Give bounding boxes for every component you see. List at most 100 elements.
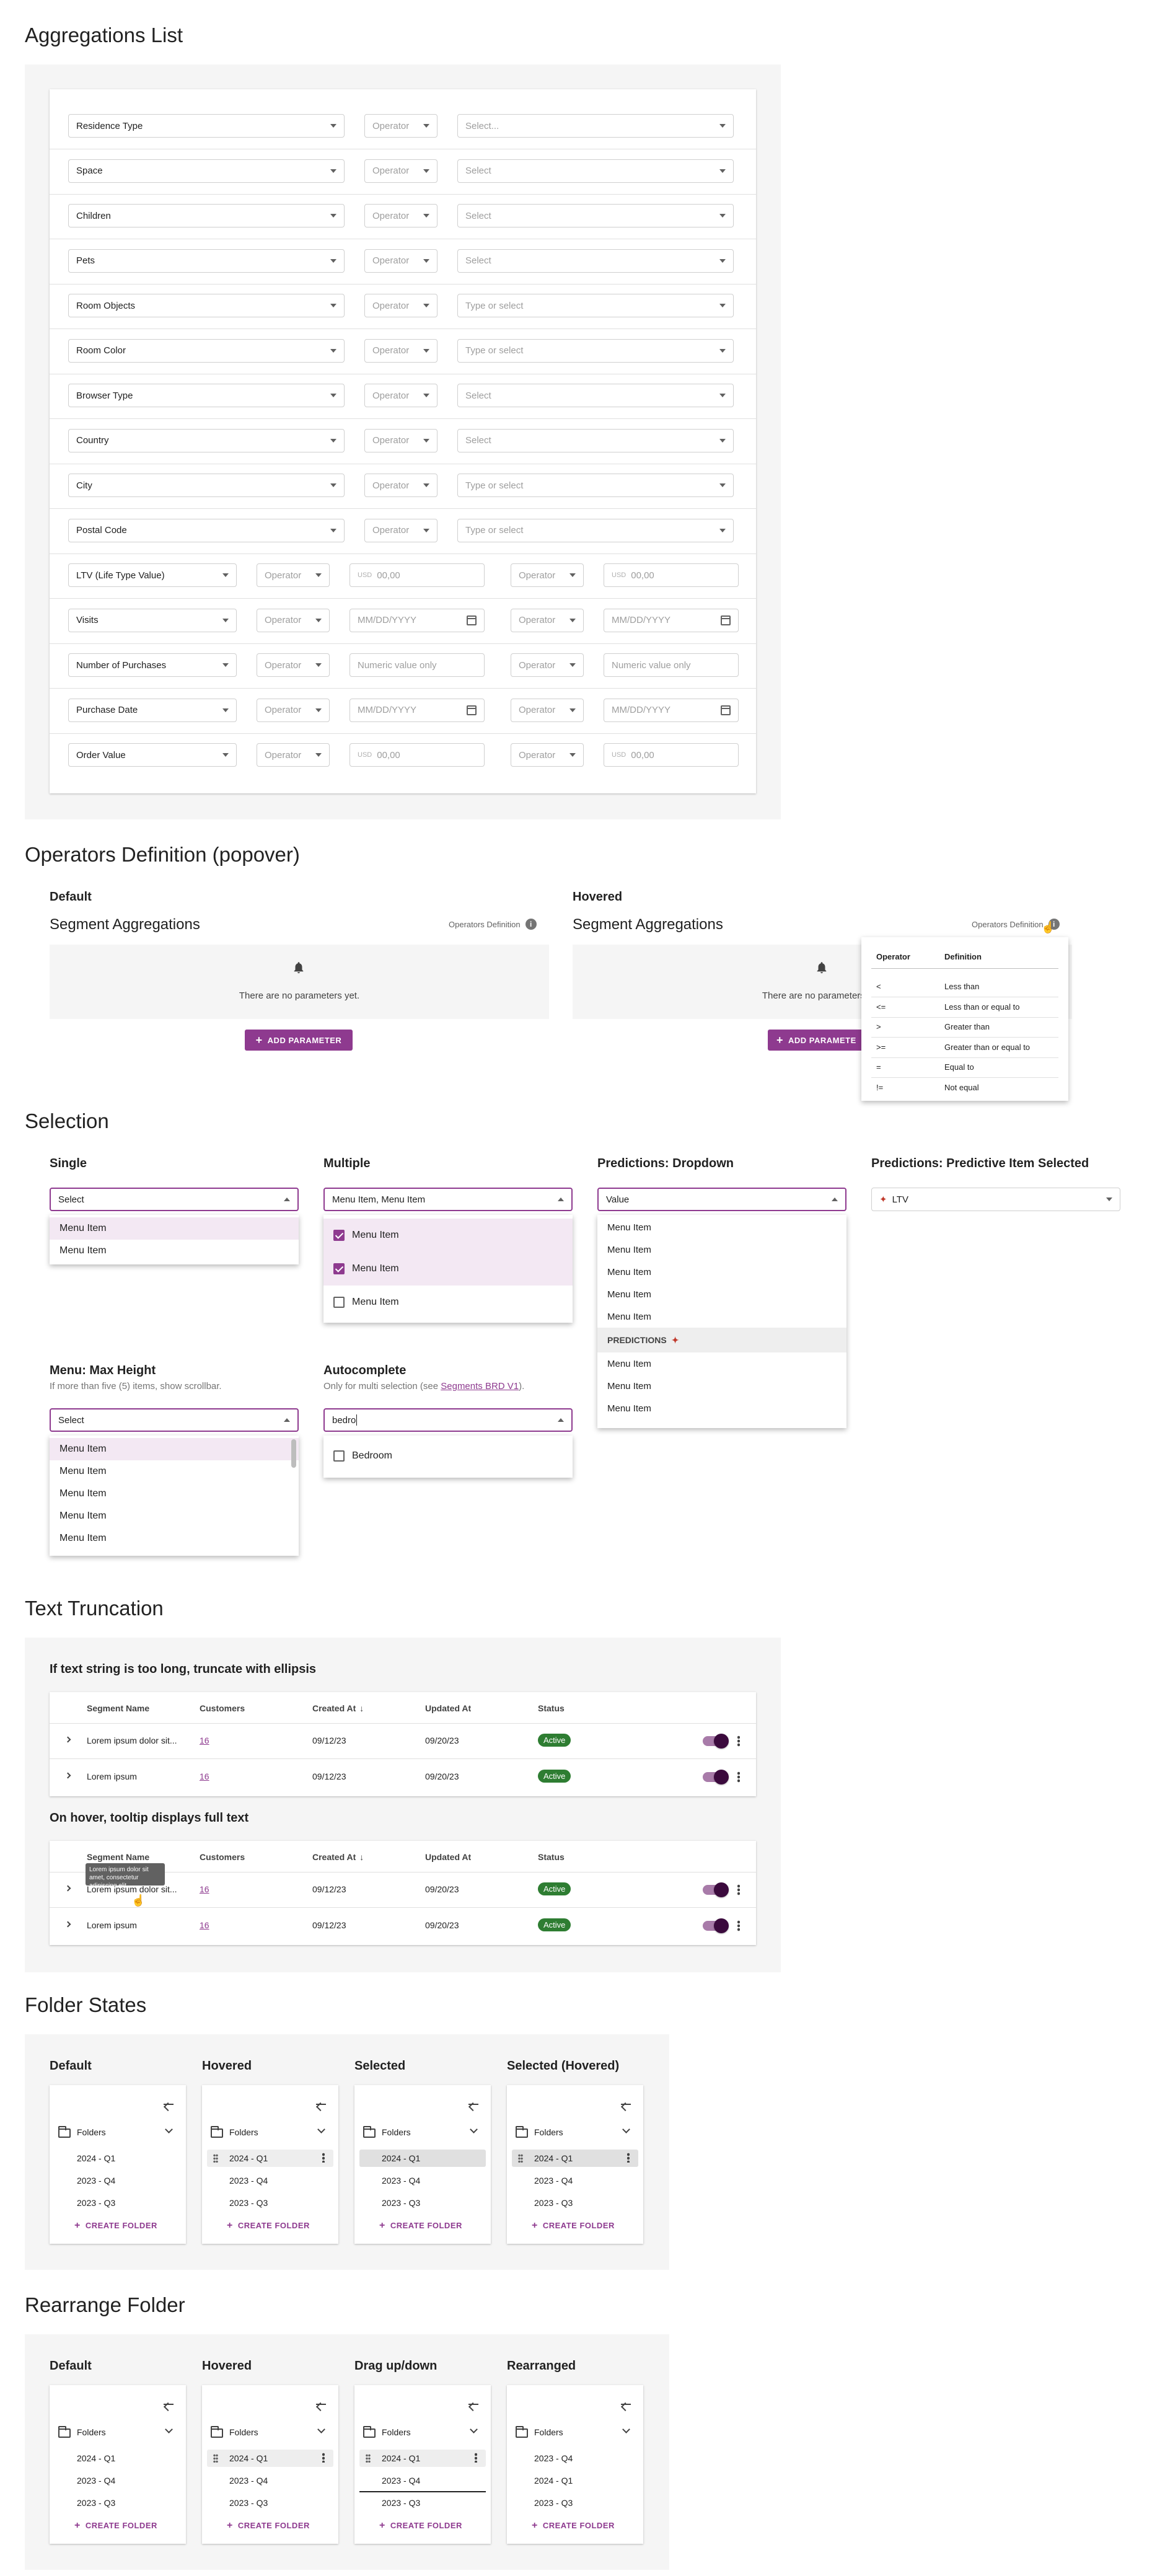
menu-item-checkbox[interactable]: Menu Item [323,1219,573,1252]
chevron-down-icon[interactable] [622,2425,630,2433]
menu-item[interactable]: Menu Item [50,1460,299,1483]
calendar-icon[interactable] [467,705,477,715]
folder-item[interactable]: 2023 - Q3 [50,2192,186,2214]
operator-select[interactable]: Operator [364,384,437,407]
folder-item[interactable]: 2023 - Q3 [354,2492,491,2514]
folder-item[interactable]: 2023 - Q4 [507,2447,643,2469]
arrow-back-icon[interactable] [621,2404,631,2405]
create-folder-button[interactable]: + CREATE FOLDER [379,2520,462,2531]
field-select[interactable]: LTV (Life Type Value) [68,563,237,587]
sort-arrow-icon[interactable]: ↓ [359,1703,364,1713]
operator-select[interactable]: Operator [511,563,584,587]
folders-header[interactable]: Folders [50,2420,186,2445]
field-select[interactable]: City [68,474,345,497]
create-folder-button[interactable]: + CREATE FOLDER [532,2520,615,2531]
folder-item[interactable]: 2023 - Q3 [354,2192,491,2214]
more-vert-icon[interactable] [737,1736,740,1747]
more-vert-icon[interactable] [737,1884,740,1895]
folder-item[interactable]: 2023 - Q4 [202,2169,338,2192]
column-header[interactable]: Created At ↓ [312,1703,364,1713]
chevron-right-icon[interactable] [64,1921,71,1928]
folders-header[interactable]: Folders [507,2420,643,2445]
operator-select[interactable]: Operator [257,698,330,722]
value-input[interactable]: USD 00,00 [350,743,485,767]
segments-brd-link[interactable]: Segments BRD V1 [441,1381,519,1392]
field-select[interactable]: Children [68,204,345,227]
create-folder-button[interactable]: + CREATE FOLDER [227,2520,310,2531]
operator-select[interactable]: Operator [511,608,584,632]
operator-select[interactable]: Operator [364,159,437,183]
operator-select[interactable]: Operator [257,608,330,632]
folder-item[interactable]: 2023 - Q3 [202,2492,338,2514]
folder-item[interactable]: 2023 - Q3 [507,2492,643,2514]
field-select[interactable]: Order Value [68,743,237,767]
multiple-select[interactable]: Menu Item, Menu Item [323,1188,573,1211]
chevron-down-icon[interactable] [317,2425,325,2433]
checkbox-empty-icon[interactable] [333,1450,345,1462]
value-input[interactable]: Numeric value only [604,653,739,677]
drag-handle-icon[interactable] [366,2454,371,2463]
menu-item[interactable]: Menu Item [597,1216,846,1238]
drag-handle-icon[interactable] [518,2154,523,2163]
calendar-icon[interactable] [721,615,731,625]
field-select[interactable]: Browser Type [68,384,345,407]
create-folder-button[interactable]: + CREATE FOLDER [74,2220,157,2231]
customers-link[interactable]: 16 [200,1884,209,1894]
date-input[interactable]: MM/DD/YYYY [350,608,485,632]
more-vert-icon[interactable] [322,2453,325,2463]
arrow-back-icon[interactable] [621,2104,631,2105]
menu-item[interactable]: Menu Item [50,1240,299,1262]
predictions-select[interactable]: Value [597,1188,846,1211]
chevron-down-icon[interactable] [165,2425,173,2433]
operator-select[interactable]: Operator [364,428,437,452]
folders-header[interactable]: Folders [202,2420,338,2445]
arrow-back-icon[interactable] [316,2404,326,2405]
operator-select[interactable]: Operator [364,338,437,363]
operator-select[interactable]: Operator [364,294,437,317]
operator-select[interactable]: Operator [257,743,330,767]
field-select[interactable]: Room Color [68,338,345,363]
max-height-select[interactable]: Select [50,1408,299,1432]
menu-item[interactable]: Menu Item [50,1527,299,1550]
column-header[interactable]: Created At ↓ [312,1852,364,1862]
create-folder-button[interactable]: + CREATE FOLDER [227,2220,310,2231]
folder-item[interactable]: 2023 - Q4 [354,2469,491,2492]
field-select[interactable]: Visits [68,608,237,632]
folders-header[interactable]: Folders [354,2420,491,2445]
menu-item[interactable]: Menu Item [597,1305,846,1328]
folders-header[interactable]: Folders [507,2120,643,2145]
operator-select[interactable]: Operator [511,653,584,677]
more-vert-icon[interactable] [737,1771,740,1783]
info-icon[interactable]: i [525,919,537,930]
operator-select[interactable]: Operator [257,653,330,677]
operator-select[interactable]: Operator [364,114,437,138]
menu-item[interactable]: Menu Item [50,1217,299,1240]
menu-item[interactable]: Menu Item [50,1505,299,1527]
folder-item[interactable]: 2023 - Q4 [354,2169,491,2192]
date-input[interactable]: MM/DD/YYYY [604,698,739,722]
create-folder-button[interactable]: + CREATE FOLDER [532,2220,615,2231]
drag-handle-icon[interactable] [213,2454,218,2463]
create-folder-button[interactable]: + CREATE FOLDER [74,2520,157,2531]
arrow-back-icon[interactable] [468,2104,478,2105]
field-select[interactable]: Country [68,428,345,452]
value-select[interactable]: Select [457,428,734,452]
operator-select[interactable]: Operator [364,204,437,227]
value-input[interactable]: USD 00,00 [604,563,739,587]
chevron-right-icon[interactable] [64,1885,71,1892]
value-select[interactable]: Select [457,204,734,227]
value-select[interactable]: Select... [457,114,734,138]
menu-item-checkbox[interactable]: Menu Item [323,1252,573,1286]
operators-definition-link[interactable]: Operators Definition i [449,919,537,930]
table-row[interactable]: Lorem ipsum 16 09/12/23 09/20/23 Active [50,1908,756,1944]
table-row[interactable]: Lorem ipsum 16 09/12/23 09/20/23 Active [50,1759,756,1795]
field-select[interactable]: Residence Type [68,114,345,138]
folder-item[interactable]: 2024 - Q1 [50,2447,186,2469]
more-vert-icon[interactable] [627,2153,630,2163]
menu-item[interactable]: Menu Item [597,1261,846,1283]
chevron-down-icon[interactable] [470,2125,478,2133]
folder-item[interactable]: 2024 - Q1 [354,2447,491,2469]
menu-item[interactable]: Menu Item [597,1375,846,1397]
folders-header[interactable]: Folders [354,2120,491,2145]
folder-item[interactable]: 2023 - Q3 [202,2192,338,2214]
